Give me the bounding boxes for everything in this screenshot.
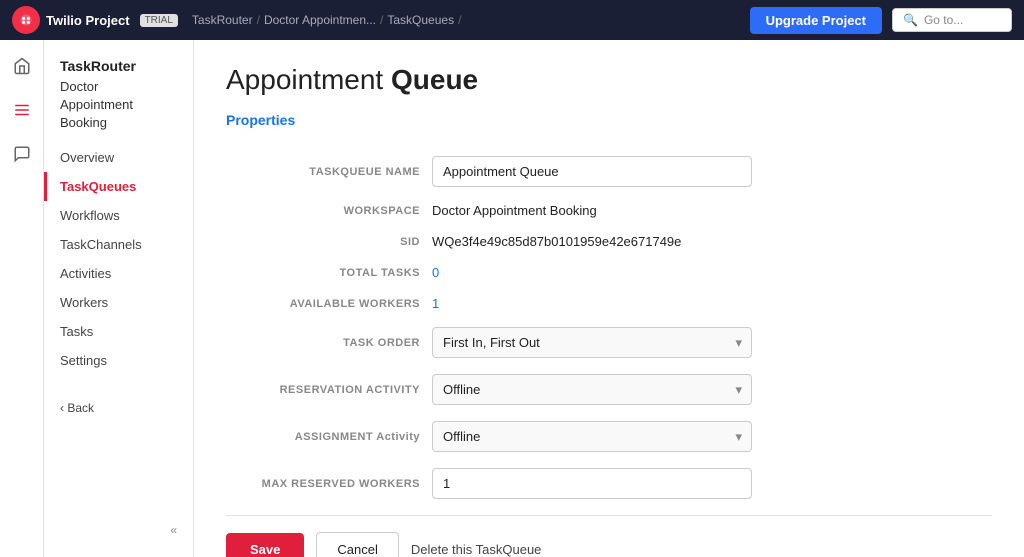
- sidebar-item-tasks[interactable]: Tasks: [44, 317, 193, 346]
- workspace-value-cell: Doctor Appointment Booking: [426, 195, 992, 226]
- available-workers-label: AVAILABLE WORKERS: [226, 288, 426, 319]
- field-max-reserved: MAX RESERVED WORKERS: [226, 460, 992, 507]
- sidebar-item-settings[interactable]: Settings: [44, 346, 193, 375]
- sidebar-item-activities[interactable]: Activities: [44, 259, 193, 288]
- field-reservation-activity: RESERVATION ACTIVITY Offline Online Busy…: [226, 366, 992, 413]
- reservation-activity-label: RESERVATION ACTIVITY: [226, 366, 426, 413]
- assignment-activity-select[interactable]: Offline Online Busy: [432, 421, 752, 452]
- properties-form: TASKQUEUE NAME WORKSPACE Doctor Appointm…: [226, 148, 992, 507]
- field-workspace: WORKSPACE Doctor Appointment Booking: [226, 195, 992, 226]
- field-task-order: TASK ORDER First In, First Out Last In, …: [226, 319, 992, 366]
- trial-badge: TRIAL: [140, 14, 178, 27]
- workspace-label: WORKSPACE: [226, 195, 426, 226]
- collapse-button[interactable]: «: [44, 515, 193, 545]
- total-tasks-value-cell: 0: [426, 257, 992, 288]
- task-order-value-cell: First In, First Out Last In, First Out ▾: [426, 319, 992, 366]
- field-taskqueue-name: TASKQUEUE NAME: [226, 148, 992, 195]
- sidebar-item-taskchannels[interactable]: TaskChannels: [44, 230, 193, 259]
- messaging-icon[interactable]: [8, 140, 36, 168]
- taskqueue-name-label: TASKQUEUE NAME: [226, 148, 426, 195]
- total-tasks-label: TOTAL TASKS: [226, 257, 426, 288]
- assignment-activity-value-cell: Offline Online Busy ▾: [426, 413, 992, 460]
- cancel-button[interactable]: Cancel: [316, 532, 398, 557]
- workspace-value: Doctor Appointment Booking: [432, 203, 597, 218]
- sidebar-item-workflows[interactable]: Workflows: [44, 201, 193, 230]
- field-sid: SID WQe3f4e49c85d87b0101959e42e671749e: [226, 226, 992, 257]
- twilio-logo-icon: [12, 6, 40, 34]
- search-placeholder: Go to...: [924, 13, 963, 27]
- assignment-activity-select-wrapper: Offline Online Busy ▾: [432, 421, 752, 452]
- field-available-workers: AVAILABLE WORKERS 1: [226, 288, 992, 319]
- section-subtitle: Properties: [226, 112, 992, 128]
- search-icon: 🔍: [903, 13, 918, 27]
- task-order-select-wrapper: First In, First Out Last In, First Out ▾: [432, 327, 752, 358]
- page-title: Appointment Queue: [226, 64, 992, 96]
- twilio-logo: Twilio Project TRIAL: [12, 6, 182, 34]
- total-tasks-link[interactable]: 0: [432, 265, 439, 280]
- reservation-activity-select[interactable]: Offline Online Busy: [432, 374, 752, 405]
- sid-label: SID: [226, 226, 426, 257]
- save-button[interactable]: Save: [226, 533, 304, 557]
- sidebar-item-overview[interactable]: Overview: [44, 143, 193, 172]
- sid-value: WQe3f4e49c85d87b0101959e42e671749e: [432, 234, 681, 249]
- taskqueue-name-value-cell: [426, 148, 992, 195]
- upgrade-button[interactable]: Upgrade Project: [750, 7, 882, 34]
- delete-button[interactable]: Delete this TaskQueue: [411, 542, 542, 557]
- form-footer: Save Cancel Delete this TaskQueue: [226, 515, 992, 557]
- nav-sidebar: TaskRouter Doctor Appointment Booking Ov…: [44, 40, 194, 557]
- sidebar-item-taskqueues[interactable]: TaskQueues: [44, 172, 193, 201]
- field-assignment-activity: ASSIGNMENT Activity Offline Online Busy …: [226, 413, 992, 460]
- sid-value-cell: WQe3f4e49c85d87b0101959e42e671749e: [426, 226, 992, 257]
- search-box[interactable]: 🔍 Go to...: [892, 8, 1012, 32]
- breadcrumb-topbar: TaskRouter / Doctor Appointmen... / Task…: [192, 13, 462, 27]
- main-layout: TaskRouter Doctor Appointment Booking Ov…: [0, 40, 1024, 557]
- field-total-tasks: TOTAL TASKS 0: [226, 257, 992, 288]
- max-reserved-input[interactable]: [432, 468, 752, 499]
- assignment-activity-label: ASSIGNMENT Activity: [226, 413, 426, 460]
- nav-section-title: TaskRouter: [44, 52, 193, 76]
- home-icon[interactable]: [8, 52, 36, 80]
- nav-workspace-name: Doctor Appointment Booking: [44, 76, 193, 143]
- max-reserved-label: MAX RESERVED WORKERS: [226, 460, 426, 507]
- back-button[interactable]: Back: [44, 391, 193, 425]
- task-order-select[interactable]: First In, First Out Last In, First Out: [432, 327, 752, 358]
- sidebar-item-workers[interactable]: Workers: [44, 288, 193, 317]
- available-workers-link[interactable]: 1: [432, 296, 439, 311]
- project-name: Twilio Project: [46, 13, 130, 28]
- reservation-activity-select-wrapper: Offline Online Busy ▾: [432, 374, 752, 405]
- task-order-label: TASK ORDER: [226, 319, 426, 366]
- taskqueue-name-input[interactable]: [432, 156, 752, 187]
- reservation-activity-value-cell: Offline Online Busy ▾: [426, 366, 992, 413]
- icon-sidebar: [0, 40, 44, 557]
- content-area: Appointment Queue Properties TASKQUEUE N…: [194, 40, 1024, 557]
- topbar-right: Upgrade Project 🔍 Go to...: [750, 7, 1012, 34]
- topbar: Twilio Project TRIAL TaskRouter / Doctor…: [0, 0, 1024, 40]
- max-reserved-value-cell: [426, 460, 992, 507]
- routes-icon[interactable]: [8, 96, 36, 124]
- available-workers-value-cell: 1: [426, 288, 992, 319]
